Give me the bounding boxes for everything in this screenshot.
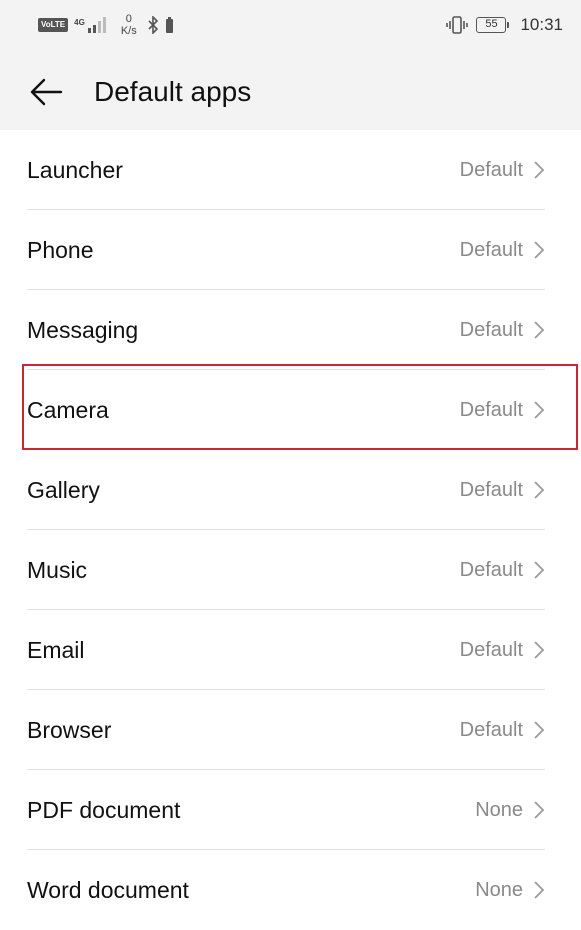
row-value: Default	[459, 718, 523, 741]
row-email[interactable]: Email Default	[0, 610, 581, 690]
status-left: VoLTE 4G 0 K/s	[38, 13, 174, 37]
back-arrow-icon	[30, 78, 63, 106]
row-value: Default	[459, 558, 523, 581]
battery-icon: 55	[476, 17, 510, 33]
row-label: Phone	[27, 236, 94, 263]
network-type: 4G	[74, 18, 85, 27]
row-gallery[interactable]: Gallery Default	[0, 450, 581, 530]
page-title: Default apps	[94, 76, 252, 107]
row-value: Default	[459, 478, 523, 501]
battery-saver-icon	[165, 17, 173, 33]
row-value: Default	[459, 398, 523, 421]
network-indicator: 4G	[74, 17, 107, 33]
row-value: Default	[459, 158, 523, 181]
status-bar: VoLTE 4G 0 K/s 55 10:31	[0, 0, 581, 50]
chevron-right-icon	[534, 881, 545, 899]
row-pdf-document[interactable]: PDF document None	[0, 770, 581, 850]
row-label: Gallery	[27, 476, 100, 503]
chevron-right-icon	[534, 561, 545, 579]
row-music[interactable]: Music Default	[0, 530, 581, 610]
row-label: Launcher	[27, 156, 123, 183]
chevron-right-icon	[534, 721, 545, 739]
vibrate-icon	[446, 16, 469, 34]
app-header: Default apps	[0, 50, 581, 130]
chevron-right-icon	[534, 481, 545, 499]
clock: 10:31	[520, 15, 563, 34]
row-word-document[interactable]: Word document None	[0, 850, 581, 930]
speed-value: 0	[125, 13, 132, 25]
row-phone[interactable]: Phone Default	[0, 210, 581, 290]
row-launcher[interactable]: Launcher Default	[0, 130, 581, 210]
row-label: Music	[27, 556, 88, 583]
chevron-right-icon	[534, 241, 545, 259]
row-label: Messaging	[27, 316, 139, 343]
row-label: Word document	[27, 876, 189, 903]
row-value: None	[475, 878, 523, 901]
chevron-right-icon	[534, 801, 545, 819]
chevron-right-icon	[534, 161, 545, 179]
bluetooth-icon	[148, 16, 158, 34]
row-value: Default	[459, 238, 523, 261]
row-messaging[interactable]: Messaging Default	[0, 290, 581, 370]
chevron-right-icon	[534, 641, 545, 659]
row-label: PDF document	[27, 796, 181, 823]
speed-unit: K/s	[120, 25, 137, 37]
row-label: Browser	[27, 716, 112, 743]
row-label: Camera	[27, 396, 109, 423]
row-value: Default	[459, 638, 523, 661]
chevron-right-icon	[534, 321, 545, 339]
back-button[interactable]	[28, 74, 64, 110]
default-apps-list: Launcher Default Phone Default Messaging…	[0, 130, 581, 930]
row-label: Email	[27, 636, 85, 663]
volte-badge: VoLTE	[38, 18, 69, 32]
chevron-right-icon	[534, 401, 545, 419]
status-right: 55 10:31	[446, 15, 563, 35]
row-value: Default	[459, 318, 523, 341]
row-browser[interactable]: Browser Default	[0, 690, 581, 770]
row-value: None	[475, 798, 523, 821]
signal-icon	[87, 17, 106, 33]
row-camera[interactable]: Camera Default	[0, 370, 581, 450]
network-speed: 0 K/s	[121, 13, 137, 37]
